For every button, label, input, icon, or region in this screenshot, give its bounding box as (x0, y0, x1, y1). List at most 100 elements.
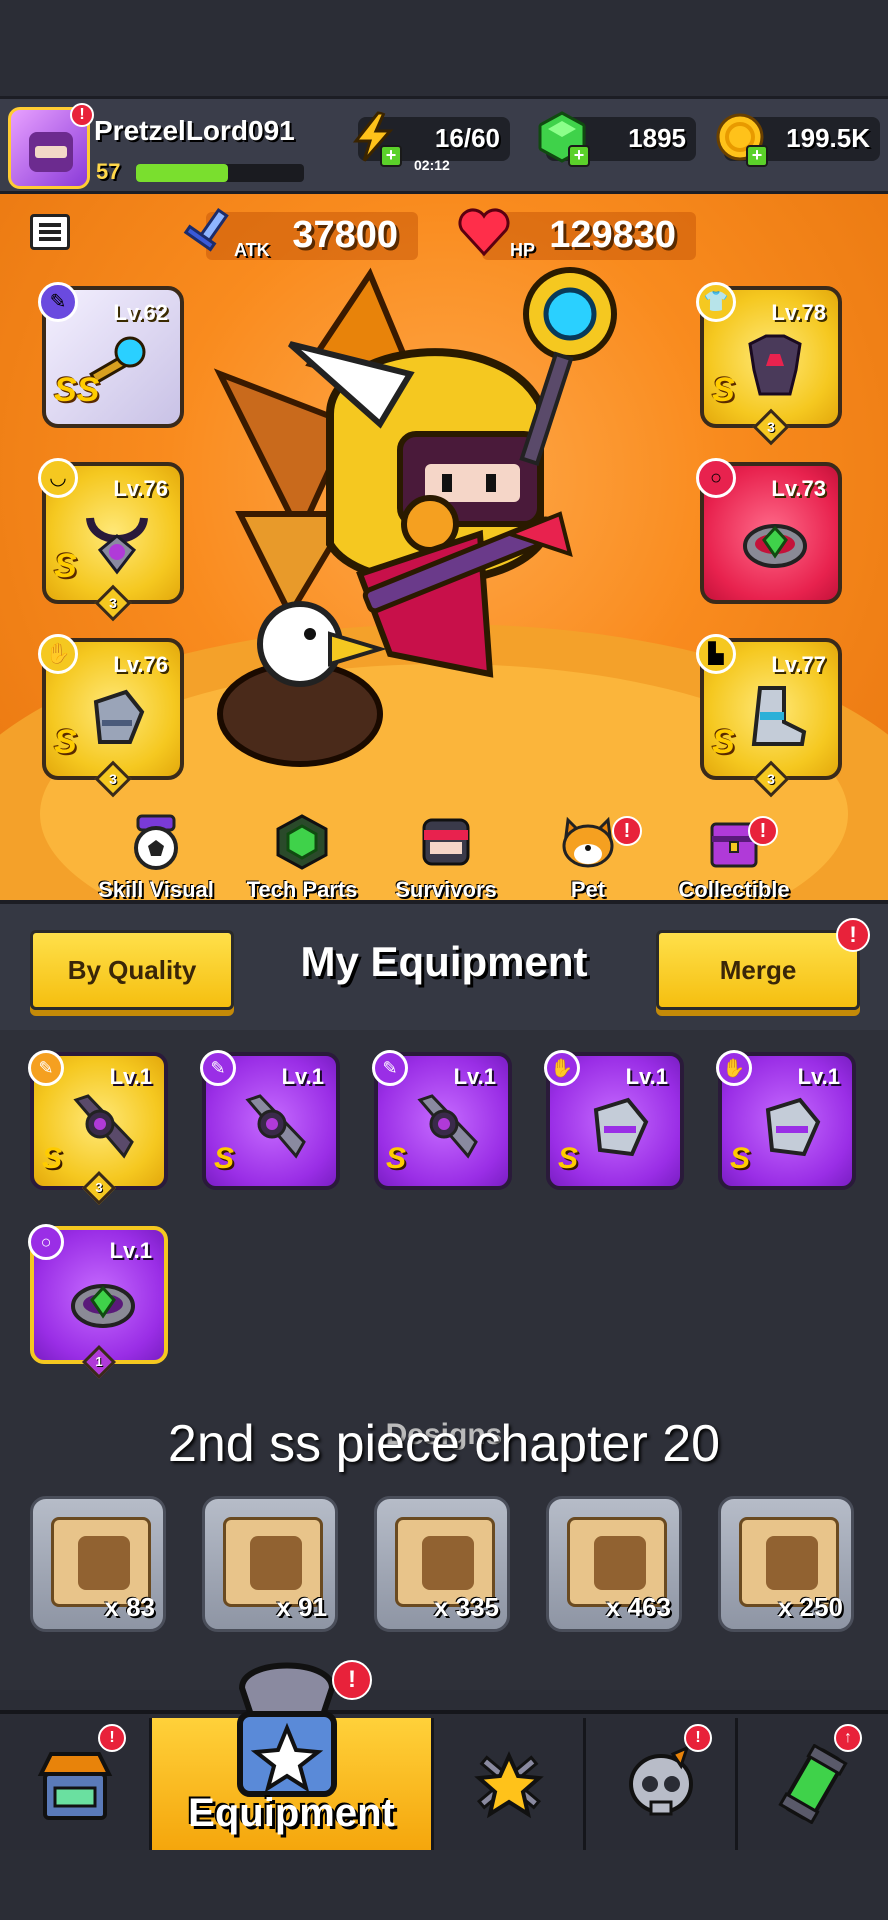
nav-skill-visual-label: Skill Visual (98, 877, 214, 900)
nav-tech-parts[interactable]: Tech Parts (236, 814, 368, 900)
necklace-icon (86, 517, 148, 575)
shiba-pet-icon (562, 816, 614, 868)
shop-icon (37, 1752, 112, 1820)
coin-plus-icon[interactable]: + (746, 145, 768, 167)
gem-plus-icon[interactable]: + (568, 145, 590, 167)
bottom-system-area (0, 1850, 888, 1920)
nav-skill-visual[interactable]: Skill Visual (90, 814, 222, 900)
inventory-item[interactable]: ○ Lv.1 1 (28, 1224, 168, 1379)
equip-slot-boots[interactable]: ▙ Lv.77 S 3 (696, 634, 842, 798)
soccer-ball-icon (134, 814, 178, 870)
necklace-design-icon (422, 1536, 474, 1590)
item-level: Lv.1 (281, 1064, 324, 1089)
inventory-item[interactable]: ✎ Lv.1 S 3 (28, 1050, 168, 1205)
bottom-tab-equipment[interactable]: Equipment (152, 1662, 434, 1850)
boots-level: Lv.77 (771, 652, 826, 677)
ring-type-icon: ○ (28, 1224, 64, 1260)
armor-type-icon: 👕 (696, 282, 736, 322)
design-scroll[interactable]: x 250 (718, 1496, 854, 1632)
bottom-tab-evolve[interactable] (738, 1718, 888, 1850)
nav-survivors[interactable]: Survivors (380, 814, 512, 900)
necklace-grade: S (54, 547, 77, 585)
nav-tech-parts-label: Tech Parts (246, 877, 358, 900)
ring-type-icon: ○ (696, 458, 736, 498)
item-grade: S (558, 1142, 579, 1175)
energy-counter[interactable]: + 16/60 02:12 (352, 111, 510, 173)
energy-value: 16/60 (434, 123, 500, 153)
armor-grade: S (712, 371, 735, 409)
avatar-alert-badge: ! (70, 103, 94, 127)
gem-counter[interactable]: + 1895 (538, 111, 696, 167)
ring-level: Lv.73 (771, 476, 826, 501)
design-scroll[interactable]: x 463 (546, 1496, 682, 1632)
weapon-level: Lv.62 (113, 300, 168, 325)
spiked-blade-icon (417, 1094, 478, 1159)
bottom-tab-battle[interactable] (434, 1718, 586, 1850)
bottom-tab-shop[interactable] (0, 1718, 152, 1850)
item-level: Lv.1 (109, 1238, 152, 1263)
boots-type-icon: ▙ (696, 634, 736, 674)
equip-slot-armor[interactable]: 👕 Lv.78 S 3 (696, 282, 842, 446)
weapon-type-icon: ✎ (372, 1050, 408, 1086)
energy-plus-icon[interactable]: + (380, 145, 402, 167)
design-count: x 335 (433, 1592, 499, 1622)
player-header: ! PretzelLord091 57 + 16/60 02:12 + 1895 (0, 96, 888, 194)
gauntlet-icon (765, 1097, 821, 1157)
dark-armor-icon (748, 334, 802, 396)
item-stars: 1 (82, 1345, 116, 1379)
nav-survivors-label: Survivors (395, 877, 497, 900)
item-grade: S (42, 1142, 63, 1175)
sort-by-quality-button[interactable]: By Quality (30, 930, 234, 1010)
boot-icon (751, 686, 807, 746)
item-grade: S (730, 1142, 751, 1175)
atk-value: 37800 (292, 214, 398, 256)
design-count: x 83 (104, 1592, 155, 1622)
bottom-tab-challenge[interactable] (586, 1718, 738, 1850)
equipment-inventory: ✎ Lv.1 S 3 ✎ Lv.1 S ✎ Lv.1 S ✋ Lv.1 S ✋ … (0, 1030, 888, 1690)
item-stars: 3 (82, 1171, 116, 1205)
challenge-alert-badge: ! (684, 1724, 712, 1752)
design-scroll[interactable]: x 335 (374, 1496, 510, 1632)
equip-slot-weapon[interactable]: ✎ Lv.62 SS (38, 282, 184, 428)
coin-counter[interactable]: + 199.5K (716, 113, 880, 167)
weapon-type-icon: ✎ (200, 1050, 236, 1086)
spiked-blade-icon (73, 1094, 134, 1159)
crossed-swords-star-icon (473, 1751, 544, 1819)
hero-showcase: ATK 37800 HP 129830 ✎ Lv.62 SS 👕 Lv.78 S… (0, 194, 888, 900)
inventory-item[interactable]: ✎ Lv.1 S (200, 1050, 340, 1190)
necklace-stars: 3 (94, 584, 132, 622)
design-scroll[interactable]: x 83 (30, 1496, 166, 1632)
spiked-blade-icon (245, 1094, 306, 1159)
shirt-design-icon (250, 1536, 302, 1590)
necklace-type-icon: ◡ (38, 458, 78, 498)
nav-collectible[interactable]: Collectible (668, 814, 800, 900)
gloves-grade: S (54, 723, 77, 761)
player-level: 57 (96, 159, 121, 184)
gauntlet-icon (93, 689, 145, 744)
evolve-upgrade-badge: ↑ (834, 1724, 862, 1752)
hero-character (213, 267, 617, 767)
bottom-navigation: ! Equipment ! ! ↑ (0, 1660, 888, 1850)
gloves-type-icon: ✋ (38, 634, 78, 674)
design-count: x 250 (777, 1592, 843, 1622)
inventory-item[interactable]: ✋ Lv.1 S (544, 1050, 684, 1190)
hex-chip-icon (276, 814, 328, 870)
menu-list-icon[interactable] (30, 214, 70, 250)
equip-slot-gloves[interactable]: ✋ Lv.76 S 3 (38, 634, 184, 798)
armor-level: Lv.78 (771, 300, 826, 325)
design-scroll[interactable]: x 91 (202, 1496, 338, 1632)
hp-value: 129830 (549, 214, 676, 256)
design-count: x 463 (605, 1592, 671, 1622)
inventory-item[interactable]: ✎ Lv.1 S (372, 1050, 512, 1190)
equip-slot-necklace[interactable]: ◡ Lv.76 S 3 (38, 458, 184, 622)
inventory-item[interactable]: ✋ Lv.1 S (716, 1050, 856, 1190)
equip-slot-ring[interactable]: ○ Lv.73 (696, 458, 842, 604)
glove-design-icon (766, 1536, 818, 1590)
my-equipment-title: My Equipment (300, 938, 588, 985)
item-grade: S (214, 1142, 235, 1175)
pet-alert-badge: ! (612, 816, 642, 846)
merge-alert-badge: ! (836, 918, 870, 952)
weapon-type-icon: ✎ (28, 1050, 64, 1086)
status-bar-area (0, 0, 888, 96)
merge-button[interactable]: Merge (656, 930, 860, 1010)
